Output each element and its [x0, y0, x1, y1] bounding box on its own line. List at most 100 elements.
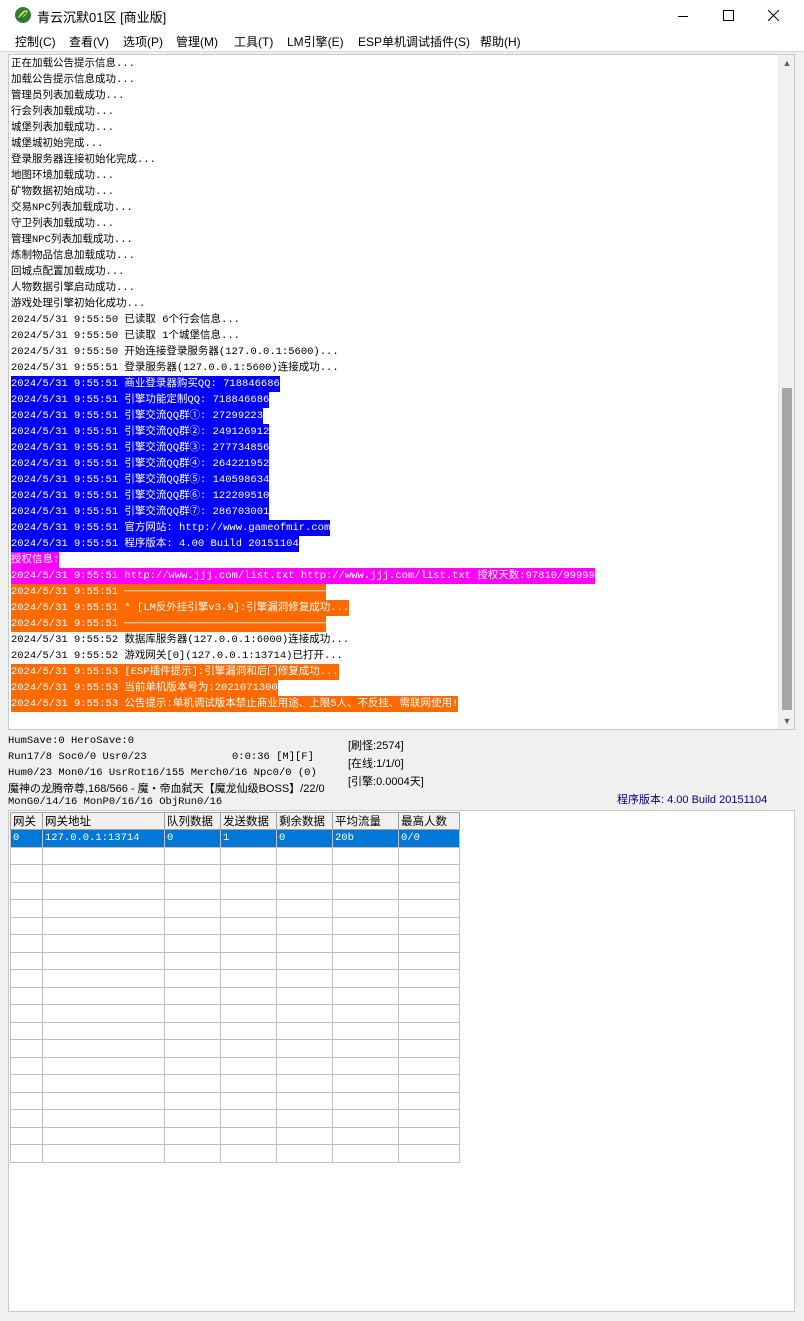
log-line: 2024/5/31 9:55:50 已读取 6个行会信息... — [11, 312, 781, 328]
table-cell-empty — [276, 1074, 333, 1093]
table-row-empty[interactable] — [10, 1021, 460, 1040]
col-header-gateway[interactable]: 网关 — [10, 812, 43, 830]
log-line-text: 2024/5/31 9:55:51 引擎交流QQ群②: 249126912 — [11, 424, 270, 440]
menu-esp-plugin[interactable]: ESP单机调试插件(S) — [358, 33, 470, 50]
menu-manage[interactable]: 管理(M) — [176, 33, 218, 50]
table-row-empty[interactable] — [10, 1144, 460, 1163]
menu-help[interactable]: 帮助(H) — [480, 33, 521, 50]
scrollbar-thumb[interactable] — [782, 388, 792, 710]
table-cell-empty — [398, 1056, 460, 1075]
table-cell-empty — [42, 916, 165, 935]
table-cell-empty — [164, 1004, 221, 1023]
table-cell-empty — [10, 951, 43, 970]
table-cell-empty — [10, 1021, 43, 1040]
table-row-empty[interactable] — [10, 881, 460, 900]
table-cell-empty — [10, 899, 43, 918]
table-cell-empty — [276, 951, 333, 970]
log-line: 授权信息: — [11, 552, 781, 568]
table-cell-empty — [164, 864, 221, 883]
table-row-empty[interactable] — [10, 1126, 460, 1145]
table-row-empty[interactable] — [10, 1091, 460, 1110]
gateway-table: 网关 网关地址 队列数据 发送数据 剩余数据 平均流量 最高人数 0 127.0… — [10, 812, 460, 1163]
table-row-empty[interactable] — [10, 1004, 460, 1023]
log-line-text: 人物数据引擎启动成功... — [11, 282, 135, 294]
table-row-empty[interactable] — [10, 864, 460, 883]
log-line: 2024/5/31 9:55:53 [ESP插件提示]:引擎漏洞和后门修复成功.… — [11, 664, 781, 680]
table-cell-empty — [10, 1056, 43, 1075]
log-line-text: 2024/5/31 9:55:50 开始连接登录服务器(127.0.0.1:56… — [11, 346, 339, 358]
maximize-button[interactable] — [705, 0, 751, 31]
table-row-empty[interactable] — [10, 969, 460, 988]
table-cell-empty — [42, 1056, 165, 1075]
table-row-empty[interactable] — [10, 846, 460, 865]
table-cell-empty — [220, 934, 277, 953]
col-header-queue[interactable]: 队列数据 — [164, 812, 221, 830]
table-row-empty[interactable] — [10, 1039, 460, 1058]
log-line-text: 授权信息: — [11, 552, 60, 568]
scroll-down-arrow-icon[interactable]: ▼ — [779, 713, 794, 729]
table-row-empty[interactable] — [10, 916, 460, 935]
menu-options[interactable]: 选项(P) — [123, 33, 163, 50]
main-window: 青云沉默01区 [商业版] 控制(C) 查看(V) 选项(P) 管理(M) 工具… — [0, 0, 804, 1321]
log-line: 2024/5/31 9:55:51 引擎交流QQ群⑥: 122209510 — [11, 488, 781, 504]
menu-lm-engine[interactable]: LM引擎(E) — [287, 33, 344, 50]
log-line-text: 管理NPC列表加载成功... — [11, 234, 133, 246]
table-cell-empty — [220, 1004, 277, 1023]
table-cell-empty — [164, 899, 221, 918]
log-line-text: 正在加载公告提示信息... — [11, 58, 135, 70]
log-line: 行会列表加载成功... — [11, 104, 781, 120]
table-cell-empty — [276, 881, 333, 900]
log-line-text: 2024/5/31 9:55:51 引擎交流QQ群③: 277734856 — [11, 440, 270, 456]
minimize-button[interactable] — [660, 0, 706, 31]
table-row-empty[interactable] — [10, 1109, 460, 1128]
window-title: 青云沉默01区 [商业版] — [37, 10, 167, 25]
close-button[interactable] — [750, 0, 796, 31]
table-cell-empty — [42, 899, 165, 918]
table-cell-empty — [164, 934, 221, 953]
gateway-grid-area[interactable]: 网关 网关地址 队列数据 发送数据 剩余数据 平均流量 最高人数 0 127.0… — [8, 810, 795, 1312]
table-row-empty[interactable] — [10, 934, 460, 953]
log-line: 2024/5/31 9:55:51 引擎交流QQ群⑤: 140598634 — [11, 472, 781, 488]
table-cell-empty — [42, 969, 165, 988]
table-cell-empty — [276, 1091, 333, 1110]
table-row-empty[interactable] — [10, 986, 460, 1005]
status-boss: 魔神の龙腾帝尊,168/566 - 魔・帝血弑天【魔龙仙级BOSS】/22/0 — [8, 783, 325, 795]
col-header-remaining[interactable]: 剩余数据 — [276, 812, 333, 830]
table-cell-empty — [332, 1056, 399, 1075]
menu-control[interactable]: 控制(C) — [15, 33, 56, 50]
log-line: 2024/5/31 9:55:52 游戏网关[0](127.0.0.1:1371… — [11, 648, 781, 664]
col-header-address[interactable]: 网关地址 — [42, 812, 165, 830]
table-row-empty[interactable] — [10, 899, 460, 918]
table-cell-empty — [332, 951, 399, 970]
table-cell-empty — [398, 969, 460, 988]
table-cell-empty — [276, 846, 333, 865]
log-line: 2024/5/31 9:55:50 开始连接登录服务器(127.0.0.1:56… — [11, 344, 781, 360]
table-row-empty[interactable] — [10, 951, 460, 970]
log-line: 管理NPC列表加载成功... — [11, 232, 781, 248]
table-row[interactable]: 0 127.0.0.1:13714 0 1 0 20b 0/0 — [10, 829, 460, 848]
table-cell-empty — [220, 1109, 277, 1128]
log-line-text: 2024/5/31 9:55:51 ──────────────────────… — [11, 584, 327, 600]
table-cell-empty — [10, 1109, 43, 1128]
title-bar[interactable]: 青云沉默01区 [商业版] — [0, 0, 804, 31]
table-cell-empty — [42, 951, 165, 970]
col-header-max-users[interactable]: 最高人数 — [398, 812, 460, 830]
server-log[interactable]: 正在加载公告提示信息... 加载公告提示信息成功... 管理员列表加载成功... 行会… — [8, 54, 795, 730]
menu-bar: 控制(C) 查看(V) 选项(P) 管理(M) 工具(T) LM引擎(E) ES… — [0, 31, 804, 52]
log-scrollbar[interactable]: ▲ ▼ — [778, 55, 794, 729]
table-cell-empty — [332, 1004, 399, 1023]
col-header-sent[interactable]: 发送数据 — [220, 812, 277, 830]
table-row-empty[interactable] — [10, 1074, 460, 1093]
scroll-up-arrow-icon[interactable]: ▲ — [779, 55, 794, 71]
table-cell-empty — [10, 1126, 43, 1145]
menu-view[interactable]: 查看(V) — [69, 33, 109, 50]
table-row-empty[interactable] — [10, 1056, 460, 1075]
menu-tools[interactable]: 工具(T) — [234, 33, 273, 50]
app-leaf-icon — [15, 7, 31, 23]
col-header-avg-traffic[interactable]: 平均流量 — [332, 812, 399, 830]
table-cell-empty — [42, 1091, 165, 1110]
status-panel: HumSave:0 HeroSave:0 Run17/8 Soc0/0 Usr0… — [0, 732, 804, 810]
table-cell-empty — [220, 916, 277, 935]
log-line: 城堡城初始完成... — [11, 136, 781, 152]
log-line-text: 2024/5/31 9:55:51 http://www.jjj.com/lis… — [11, 568, 595, 584]
